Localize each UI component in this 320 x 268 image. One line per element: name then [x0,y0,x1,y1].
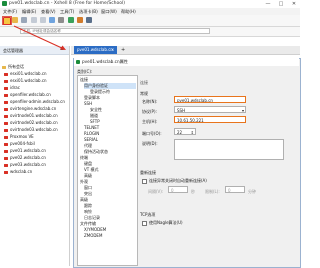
session-item[interactable]: pve03.wdsclab.cn [4,162,46,168]
chevron-down-icon: ▾ [241,108,244,113]
session-manager-header: 会话管理器 ⊞ [0,46,69,55]
session-item[interactable]: ovirtnode01.wdsclab.cn [4,113,58,119]
session-item[interactable]: esxi01.wdsclab.cn [4,78,47,84]
session-icon [4,114,8,118]
tab-label: pve01.wdsclab.cn [77,47,113,52]
fullscreen-icon[interactable] [86,17,92,23]
session-icon [4,163,8,167]
session-icon [4,93,8,97]
session-item[interactable]: pve02.wdsclab.cn [4,155,46,161]
session-manager-title: 会话管理器 [3,48,23,53]
window-title: pve01.wdsclab.cn - Xshell 8 (Free for Ho… [9,1,126,6]
session-item[interactable]: openfiler-admin.wdsclab.cn [4,99,65,105]
category-item[interactable]: ZMODEM [84,233,102,239]
session-icon [4,156,8,160]
description-field[interactable] [174,139,284,160]
session-item[interactable]: pve004-fsbil [4,141,35,147]
interval-unit: 秒 [191,189,195,194]
description-label: 说明(D): [142,141,158,146]
session-item[interactable]: wdsclab.cn [4,169,32,175]
protocol-value: SSH [177,108,186,113]
nagle-checkbox[interactable]: 使用Nagle算法(U) [142,220,183,226]
session-icon [4,121,8,125]
tab-session[interactable]: pve01.wdsclab.cn × [74,46,117,54]
tab-close-icon[interactable]: × [111,46,114,54]
name-label: 名称(N): [142,99,158,104]
session-icon [4,170,8,174]
paste-icon[interactable] [40,17,46,23]
session-item[interactable]: openfiler.wdsclab.cn [4,92,51,98]
session-item[interactable]: esxi01.wdsclab.cn [4,71,47,77]
session-icon [4,142,8,146]
dialog-title-bar: pve01.wdsclab.cn属性 [74,58,299,66]
session-icon [4,72,8,76]
find-icon[interactable] [49,17,55,23]
copy-icon[interactable] [31,17,37,23]
spinner-icon[interactable]: ⇕ [191,129,194,134]
session-item[interactable]: Proxmox VE [4,134,34,140]
add-tab-button[interactable]: + [121,47,125,53]
port-label: 端口号(O): [142,131,162,136]
reconnect-checkbox[interactable]: 连接异常关闭时自动重新连接(A) [142,178,207,184]
limit-label: 限制(L): [205,189,220,194]
interval-label: 间隔(V): [148,189,164,194]
section-general: 常规 [140,91,148,96]
session-item[interactable]: ovirtnode02.wdsclab.cn [4,120,58,126]
session-icon [4,107,8,111]
dialog-app-icon [76,60,80,64]
font-icon[interactable] [77,17,83,23]
session-icon [4,128,8,132]
new-session-icon[interactable] [3,17,11,25]
address-bar-row [0,27,300,37]
dialog-title: pve01.wdsclab.cn属性 [82,59,128,64]
session-icon [4,149,8,153]
section-connect: 连接 [140,80,148,85]
close-button[interactable]: ✕ [288,0,300,8]
limit-unit: 分钟 [248,189,256,194]
protocol-select[interactable]: SSH ▾ [174,106,246,113]
interval-field[interactable]: 0 [168,186,188,193]
app-icon [2,1,7,6]
limit-field[interactable]: 0 [225,186,245,193]
port-value: 22 [177,130,183,135]
port-field[interactable]: 22 ⇕ [174,128,196,135]
session-tree-root[interactable]: 所有会话 [2,64,24,70]
session-tree: 所有会话 esxi01.wdsclab.cn esxi01.wdsclab.cn… [0,56,69,186]
category-tree: 连接 用户身份验证 登录提示符 登录脚本 SSH 安全性 隧道 SFTP TEL… [77,75,138,266]
maximize-button[interactable]: □ [275,0,287,8]
pin-icon[interactable]: ⊞ [60,47,64,52]
session-icon [4,100,8,104]
print-icon[interactable] [58,17,64,23]
transfer-icon[interactable] [68,17,74,23]
host-field[interactable]: 10.61.50.221 [174,116,246,123]
session-item[interactable]: ovirtengine.wdsclab.cn [4,106,56,112]
address-input[interactable] [20,28,210,34]
session-icon [4,135,8,139]
open-folder-icon[interactable] [12,17,18,23]
session-item[interactable]: pve01.wdsclab.cn [4,148,46,154]
protocol-label: 协议(P): [142,109,157,114]
section-reconnect: 重新连接 [140,170,156,175]
checkbox-icon [142,178,147,184]
folder-icon [2,65,6,69]
session-item[interactable]: idrac [4,85,20,91]
session-item[interactable]: ovirtnode03.wdsclab.cn [4,127,58,133]
toolbar [0,15,300,27]
session-icon [4,86,8,90]
section-tcp: TCP选项 [140,212,156,217]
checkbox-icon [142,220,147,226]
host-label: 主机(H): [142,119,158,124]
name-field[interactable]: pve01.wdsclab.cn [174,96,246,103]
session-icon [4,79,8,83]
minimize-button[interactable]: — [262,0,274,8]
disconnect-icon[interactable] [21,17,27,23]
